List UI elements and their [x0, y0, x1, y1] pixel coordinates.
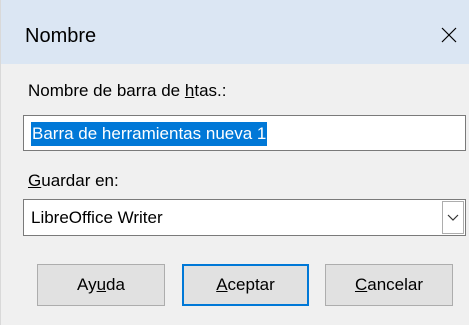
- dropdown-arrow-button[interactable]: [442, 201, 464, 234]
- save-in-selected-value: LibreOffice Writer: [31, 208, 163, 227]
- close-icon: [441, 27, 457, 43]
- help-button-text: Ay: [77, 275, 97, 294]
- save-in-label-accel: G: [28, 171, 42, 190]
- close-button[interactable]: [434, 20, 464, 50]
- save-in-label: Guardar en:: [28, 170, 119, 192]
- cancel-button[interactable]: Cancelar: [325, 264, 453, 306]
- dialog-title: Nombre: [25, 25, 97, 47]
- title-bar: Nombre: [1, 0, 469, 64]
- dialog-body: Nombre de barra de htas.: Barra de herra…: [1, 64, 469, 325]
- chevron-down-icon: [447, 214, 459, 221]
- cancel-button-rest: ancelar: [367, 275, 424, 294]
- toolbar-name-value: Barra de herramientas nueva 1: [31, 122, 268, 146]
- help-button-rest: da: [106, 275, 125, 294]
- toolbar-name-label-accel: h: [184, 81, 195, 100]
- name-dialog: Nombre Nombre de barra de htas.: Barra d…: [0, 0, 469, 325]
- save-in-dropdown[interactable]: LibreOffice Writer: [23, 199, 466, 236]
- help-button-accel: u: [96, 275, 107, 294]
- ok-button-rest: ceptar: [227, 275, 275, 294]
- toolbar-name-label-text: Nombre de barra de: [28, 81, 185, 100]
- toolbar-name-label: Nombre de barra de htas.:: [28, 80, 226, 102]
- ok-button[interactable]: Aceptar: [182, 264, 309, 306]
- cancel-button-accel: C: [354, 275, 368, 294]
- ok-button-accel: A: [216, 275, 228, 294]
- save-in-label-rest: uardar en:: [41, 171, 119, 190]
- toolbar-name-label-rest: tas.:: [194, 81, 227, 100]
- help-button[interactable]: Ay u da: [37, 264, 165, 306]
- toolbar-name-input[interactable]: Barra de herramientas nueva 1: [23, 115, 466, 151]
